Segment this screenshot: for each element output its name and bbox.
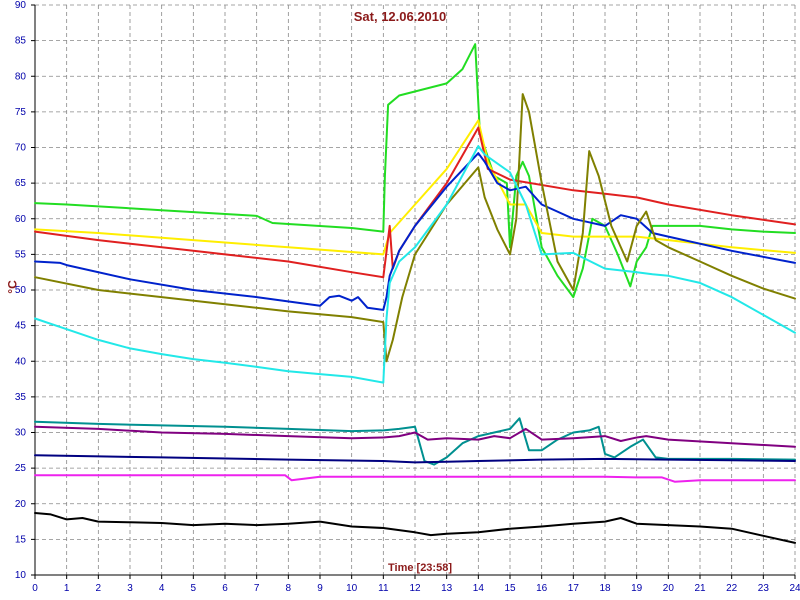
y-tick-label: 30 [15,428,27,439]
y-tick-label: 55 [15,249,27,260]
y-tick-label: 60 [15,214,27,225]
x-tick-label: 16 [536,583,548,594]
y-tick-label: 45 [15,321,27,332]
y-tick-label: 15 [15,534,27,545]
x-tick-label: 20 [663,583,675,594]
y-tick-label: 85 [15,36,27,47]
y-tick-label: 65 [15,178,27,189]
x-tick-label: 8 [286,583,292,594]
x-tick-label: 5 [191,583,197,594]
x-tick-label: 10 [346,583,358,594]
x-tick-label: 11 [378,583,389,594]
x-axis-label: Time [23:58] [388,562,452,574]
x-tick-label: 17 [568,583,580,594]
x-tick-label: 4 [159,583,165,594]
x-tick-label: 12 [409,583,421,594]
x-tick-label: 9 [317,583,323,594]
y-tick-label: 70 [15,143,27,154]
y-tick-label: 20 [15,499,27,510]
x-tick-label: 19 [631,583,643,594]
x-tick-label: 6 [222,583,228,594]
x-tick-label: 18 [599,583,611,594]
y-tick-label: 35 [15,392,27,403]
x-tick-label: 23 [758,583,770,594]
x-tick-label: 0 [32,583,38,594]
chart-title: Sat, 12.06.2010 [353,9,447,24]
temperature-chart: 0 1 2 3 4 5 6 7 8 9 10 11 12 13 14 15 16 17 18 19 20 21 22 23 24… [15,0,800,594]
y-tick-label: 75 [15,107,27,118]
x-tick-label: 7 [254,583,260,594]
x-tick-label: 13 [441,583,453,594]
x-tick-label: 3 [127,583,133,594]
x-tick-label: 1 [64,583,70,594]
x-tick-label: 24 [789,583,800,594]
y-tick-label: 40 [15,356,27,367]
x-tick-label: 21 [694,583,706,594]
x-tick-label: 14 [473,583,485,594]
y-tick-label: 80 [15,71,27,82]
x-tick-label: 22 [726,583,738,594]
x-tick-label: 15 [504,583,516,594]
x-tick-label: 2 [96,583,102,594]
y-axis-label: °C [5,280,20,294]
y-tick-label: 25 [15,463,27,474]
